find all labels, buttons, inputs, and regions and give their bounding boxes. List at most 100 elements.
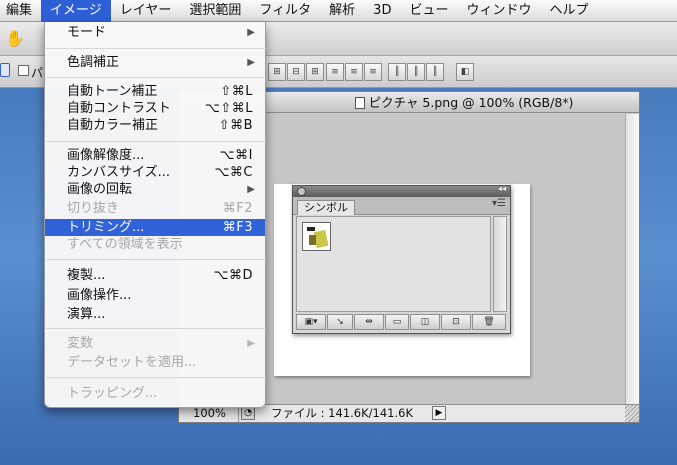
vertical-scrollbar[interactable] [625, 114, 639, 406]
document-title: ピクチャ 5.png @ 100% (RGB/8*) [368, 95, 574, 110]
resize-grip-icon[interactable] [625, 405, 639, 422]
menu-item-label: 演算... [67, 307, 106, 322]
place-symbol-icon[interactable]: ↘ [327, 314, 353, 330]
distribute-icon[interactable]: ║ [426, 63, 444, 81]
image-menu-dropdown: モード ▶ 色調補正 ▶ 自動トーン補正 ⇧⌘L 自動コントラスト ⌥⇧⌘L 自動カラー… [44, 22, 266, 408]
menu-item-shortcut: ⌥⇧⌘L [204, 101, 253, 116]
distribute-icon[interactable]: ≡ [345, 63, 363, 81]
auto-align-group: ◧ [456, 63, 474, 81]
menu-bar: 編集 イメージ レイヤー 選択範囲 フィルタ 解析 3D ビュー ウィンドウ ヘ… [0, 0, 677, 22]
document-icon [354, 97, 365, 109]
align-buttons-group-1: ⊞ ⊟ ⊞ [268, 63, 324, 81]
menu-item-label: 画像操作... [67, 288, 132, 303]
symbol-list[interactable] [296, 216, 491, 312]
panel-tab-bar: シンボル ▾☰ [293, 197, 510, 215]
tab-symbols[interactable]: シンボル [297, 200, 355, 215]
symbol-scrollbar[interactable] [493, 216, 507, 312]
menu-separator [46, 141, 266, 142]
align-icon[interactable]: ⊟ [287, 63, 305, 81]
menu-item-shortcut: ⌥⌘D [213, 268, 253, 283]
menu-filter[interactable]: フィルタ [250, 0, 320, 22]
distribute-icon[interactable]: ≡ [364, 63, 382, 81]
menu-separator [46, 77, 266, 78]
close-icon[interactable] [297, 187, 306, 196]
submenu-arrow-icon: ▶ [247, 184, 255, 195]
menu-analysis[interactable]: 解析 [320, 0, 364, 22]
symbol-toolbar: ▣▾ ↘ ⇹ ▭ ◫ ⊡ 🗑 [296, 314, 507, 330]
menu-item-shortcut: ⌘F2 [222, 201, 253, 216]
distribute-buttons-group: ≡ ≡ ≡ [326, 63, 382, 81]
menu-select[interactable]: 選択範囲 [180, 0, 250, 22]
align-icon[interactable]: ⊞ [268, 63, 286, 81]
menu-item-label: トリミング... [67, 220, 145, 235]
menu-separator [46, 48, 266, 49]
menu-item-auto-tone[interactable]: 自動トーン補正 ⇧⌘L [45, 83, 265, 100]
menu-view[interactable]: ビュー [400, 0, 457, 22]
menu-item-label: すべての領域を表示 [67, 237, 183, 252]
menu-layer[interactable]: レイヤー [111, 0, 181, 22]
menu-item-label: 変数 [67, 336, 94, 351]
hand-tool-icon[interactable]: ✋ [5, 29, 25, 48]
menu-item-calculations[interactable]: 演算... [45, 306, 265, 323]
distribute-buttons-group-2: ║ ║ ║ [388, 63, 444, 81]
menu-item-shortcut: ⌥⌘C [214, 165, 253, 180]
panel-title-bar[interactable]: ◂◂ [293, 184, 510, 197]
new-symbol-icon[interactable]: ⊡ [441, 314, 471, 330]
menu-item-shortcut: ⇧⌘B [218, 118, 253, 133]
menu-3d[interactable]: 3D [364, 0, 400, 22]
menu-item-crop[interactable]: 切り抜き ⌘F2 [45, 200, 265, 217]
menu-item-shortcut: ⇧⌘L [220, 84, 253, 99]
symbol-thumbnail[interactable] [302, 222, 331, 251]
tool-preset-toggle[interactable] [0, 63, 10, 77]
menu-item-label: 切り抜き [67, 201, 120, 216]
menu-item-duplicate[interactable]: 複製... ⌥⌘D [45, 267, 265, 284]
menu-image[interactable]: イメージ [41, 0, 111, 22]
distribute-icon[interactable]: ║ [407, 63, 425, 81]
distribute-icon[interactable]: ≡ [326, 63, 344, 81]
menu-item-reveal-all[interactable]: すべての領域を表示 [45, 236, 265, 253]
menu-item-label: 複製... [67, 268, 106, 283]
panel-menu-icon[interactable]: ▾☰ [492, 198, 506, 209]
menu-edit[interactable]: 編集 [0, 0, 41, 22]
collapse-icon[interactable]: ◂◂ [498, 184, 506, 193]
menu-item-label: トラッピング... [67, 386, 158, 401]
menu-item-image-rotation[interactable]: 画像の回転 ▶ [45, 181, 265, 198]
menu-item-trim[interactable]: トリミング... ⌘F3 [45, 219, 265, 236]
menu-item-variables[interactable]: 変数 ▶ [45, 335, 265, 352]
menu-item-label: データセットを適用... [67, 355, 197, 370]
menu-item-label: モード [67, 25, 107, 40]
menu-item-apply-data-set[interactable]: データセットを適用... [45, 354, 265, 371]
auto-align-icon[interactable]: ◧ [456, 63, 474, 81]
menu-item-canvas-size[interactable]: カンバスサイズ... ⌥⌘C [45, 164, 265, 181]
symbols-panel: ◂◂ シンボル ▾☰ ▣▾ ↘ ⇹ ▭ ◫ ⊡ 🗑 [292, 184, 511, 334]
menu-item-label: 画像解像度... [67, 148, 145, 163]
edit-symbol-icon[interactable]: ◫ [410, 314, 440, 330]
symbol-options-icon[interactable]: ▭ [385, 314, 409, 330]
menu-item-auto-color[interactable]: 自動カラー補正 ⇧⌘B [45, 117, 265, 134]
distribute-icon[interactable]: ║ [388, 63, 406, 81]
menu-item-image-size[interactable]: 画像解像度... ⌥⌘I [45, 147, 265, 164]
menu-item-trap[interactable]: トラッピング... [45, 385, 265, 402]
menu-help[interactable]: ヘルプ [540, 0, 597, 22]
menu-separator [46, 377, 266, 378]
menu-item-auto-contrast[interactable]: 自動コントラスト ⌥⇧⌘L [45, 100, 265, 117]
align-icon[interactable]: ⊞ [306, 63, 324, 81]
menu-item-apply-image[interactable]: 画像操作... [45, 287, 265, 304]
menu-item-shortcut: ⌘F3 [222, 220, 253, 235]
break-link-icon[interactable]: ⇹ [354, 314, 384, 330]
menu-item-label: 自動コントラスト [67, 101, 171, 116]
status-toggle-icon[interactable]: ◔ [241, 406, 255, 420]
menu-separator [46, 259, 266, 260]
menu-item-mode[interactable]: モード ▶ [45, 24, 265, 41]
menu-item-shortcut: ⌥⌘I [219, 148, 253, 163]
option-checkbox[interactable] [18, 65, 29, 76]
menu-item-adjustments[interactable]: 色調補正 ▶ [45, 54, 265, 71]
menu-separator [46, 328, 266, 329]
submenu-arrow-icon: ▶ [247, 27, 255, 38]
status-menu-arrow-icon[interactable]: ▶ [432, 406, 446, 420]
option-label: パ [31, 66, 44, 80]
menu-window[interactable]: ウィンドウ [457, 0, 540, 22]
symbol-library-icon[interactable]: ▣▾ [296, 314, 326, 330]
trash-icon[interactable]: 🗑 [472, 314, 506, 330]
menu-item-label: カンバスサイズ... [67, 165, 171, 180]
